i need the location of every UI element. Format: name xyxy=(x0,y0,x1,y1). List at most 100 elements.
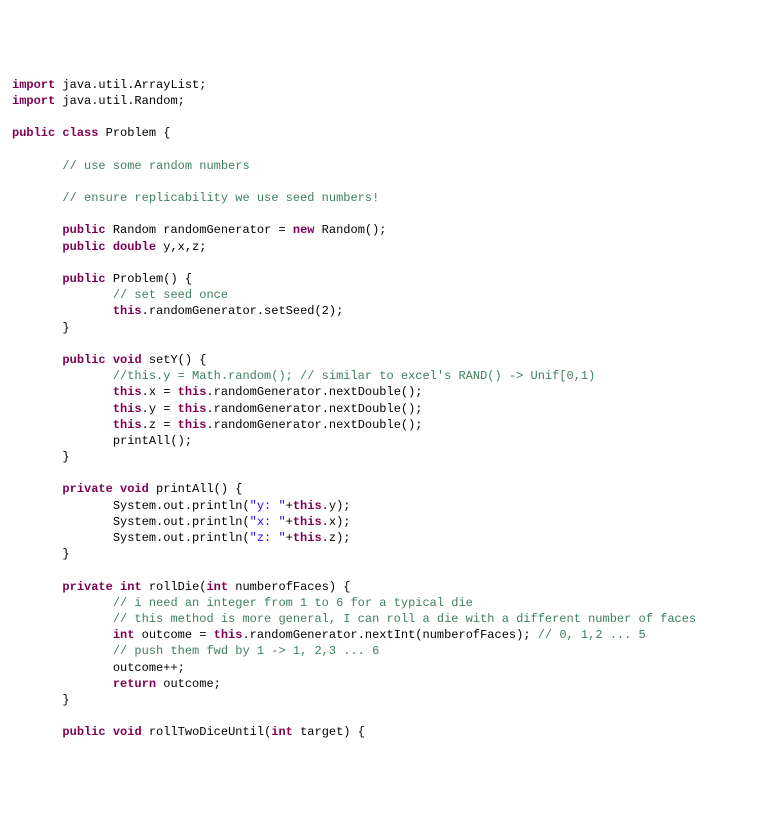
code-token: // set seed once xyxy=(113,288,228,302)
code-line: System.out.println("x: "+this.x); xyxy=(12,514,768,530)
code-line: public void setY() { xyxy=(12,352,768,368)
code-token: System.out.println( xyxy=(12,499,250,513)
code-token: this xyxy=(214,628,243,642)
code-token: rollDie( xyxy=(142,580,207,594)
code-token: .z = xyxy=(142,418,178,432)
code-token: int xyxy=(120,580,142,594)
code-token: .y = xyxy=(142,402,178,416)
code-token xyxy=(12,402,113,416)
code-token: this xyxy=(293,515,322,529)
code-line: public void rollTwoDiceUntil(int target)… xyxy=(12,724,768,740)
code-token xyxy=(106,240,113,254)
code-token: this xyxy=(113,385,142,399)
code-line: } xyxy=(12,320,768,336)
code-token xyxy=(106,725,113,739)
code-token: void xyxy=(120,482,149,496)
code-line: System.out.println("z: "+this.z); xyxy=(12,530,768,546)
code-token: + xyxy=(286,515,293,529)
code-token: this xyxy=(113,418,142,432)
code-token: .randomGenerator.nextDouble(); xyxy=(206,385,422,399)
code-token xyxy=(12,159,62,173)
code-line xyxy=(12,255,768,271)
code-token: this xyxy=(178,385,207,399)
code-line: printAll(); xyxy=(12,433,768,449)
code-line: return outcome; xyxy=(12,676,768,692)
code-token: } xyxy=(12,547,70,561)
code-line: public Random randomGenerator = new Rand… xyxy=(12,222,768,238)
code-token xyxy=(12,353,62,367)
code-line: } xyxy=(12,692,768,708)
code-token: public xyxy=(62,353,105,367)
code-token xyxy=(12,482,62,496)
code-token: System.out.println( xyxy=(12,515,250,529)
code-token: .y); xyxy=(322,499,351,513)
code-token: java.util.ArrayList; xyxy=(55,78,206,92)
code-token: double xyxy=(113,240,156,254)
code-token: "y: " xyxy=(250,499,286,513)
code-token: printAll(); xyxy=(12,434,192,448)
code-line: import java.util.ArrayList; xyxy=(12,77,768,93)
code-token xyxy=(12,385,113,399)
code-token xyxy=(113,482,120,496)
code-token: java.util.Random; xyxy=(55,94,185,108)
code-token xyxy=(106,353,113,367)
code-token: } xyxy=(12,321,70,335)
code-token: setY() { xyxy=(142,353,207,367)
code-token: numberofFaces) { xyxy=(228,580,350,594)
code-token: .x); xyxy=(322,515,351,529)
code-token xyxy=(12,596,113,610)
code-line xyxy=(12,142,768,158)
code-line xyxy=(12,562,768,578)
code-token: void xyxy=(113,353,142,367)
code-token: System.out.println( xyxy=(12,531,250,545)
code-token: this xyxy=(178,418,207,432)
code-line: // use some random numbers xyxy=(12,158,768,174)
code-token xyxy=(12,240,62,254)
code-token xyxy=(12,628,113,642)
code-token: .randomGenerator.nextInt(numberofFaces); xyxy=(242,628,537,642)
code-token: return xyxy=(113,677,156,691)
code-token: new xyxy=(293,223,315,237)
code-token: Problem { xyxy=(98,126,170,140)
code-token xyxy=(12,304,113,318)
code-token: public xyxy=(62,223,105,237)
code-token: public xyxy=(62,272,105,286)
code-token: "x: " xyxy=(250,515,286,529)
code-token: + xyxy=(286,499,293,513)
code-token: .randomGenerator.setSeed(2); xyxy=(142,304,344,318)
code-token: // use some random numbers xyxy=(62,159,249,173)
code-token: import xyxy=(12,78,55,92)
code-line: import java.util.Random; xyxy=(12,93,768,109)
code-token: // i need an integer from 1 to 6 for a t… xyxy=(113,596,473,610)
code-token xyxy=(12,418,113,432)
code-line: //this.y = Math.random(); // similar to … xyxy=(12,368,768,384)
code-token: + xyxy=(286,531,293,545)
code-token: // push them fwd by 1 -> 1, 2,3 ... 6 xyxy=(113,644,379,658)
code-line: int outcome = this.randomGenerator.nextI… xyxy=(12,627,768,643)
code-block: import java.util.ArrayList;import java.u… xyxy=(12,77,768,741)
code-token: this xyxy=(293,531,322,545)
code-token: int xyxy=(113,628,135,642)
code-token xyxy=(12,191,62,205)
code-token: .randomGenerator.nextDouble(); xyxy=(206,418,422,432)
code-token: // this method is more general, I can ro… xyxy=(113,612,696,626)
code-line: } xyxy=(12,546,768,562)
code-token: void xyxy=(113,725,142,739)
code-line: public double y,x,z; xyxy=(12,239,768,255)
code-token: this xyxy=(113,402,142,416)
code-token: y,x,z; xyxy=(156,240,206,254)
code-token xyxy=(12,369,113,383)
code-line: this.z = this.randomGenerator.nextDouble… xyxy=(12,417,768,433)
code-token: .randomGenerator.nextDouble(); xyxy=(206,402,422,416)
code-line: public class Problem { xyxy=(12,125,768,141)
code-token: int xyxy=(271,725,293,739)
code-token: this xyxy=(113,304,142,318)
code-token: rollTwoDiceUntil( xyxy=(142,725,272,739)
code-line xyxy=(12,465,768,481)
code-line xyxy=(12,336,768,352)
code-line xyxy=(12,174,768,190)
code-line xyxy=(12,708,768,724)
code-token: } xyxy=(12,693,70,707)
code-token: this xyxy=(178,402,207,416)
code-line: } xyxy=(12,449,768,465)
